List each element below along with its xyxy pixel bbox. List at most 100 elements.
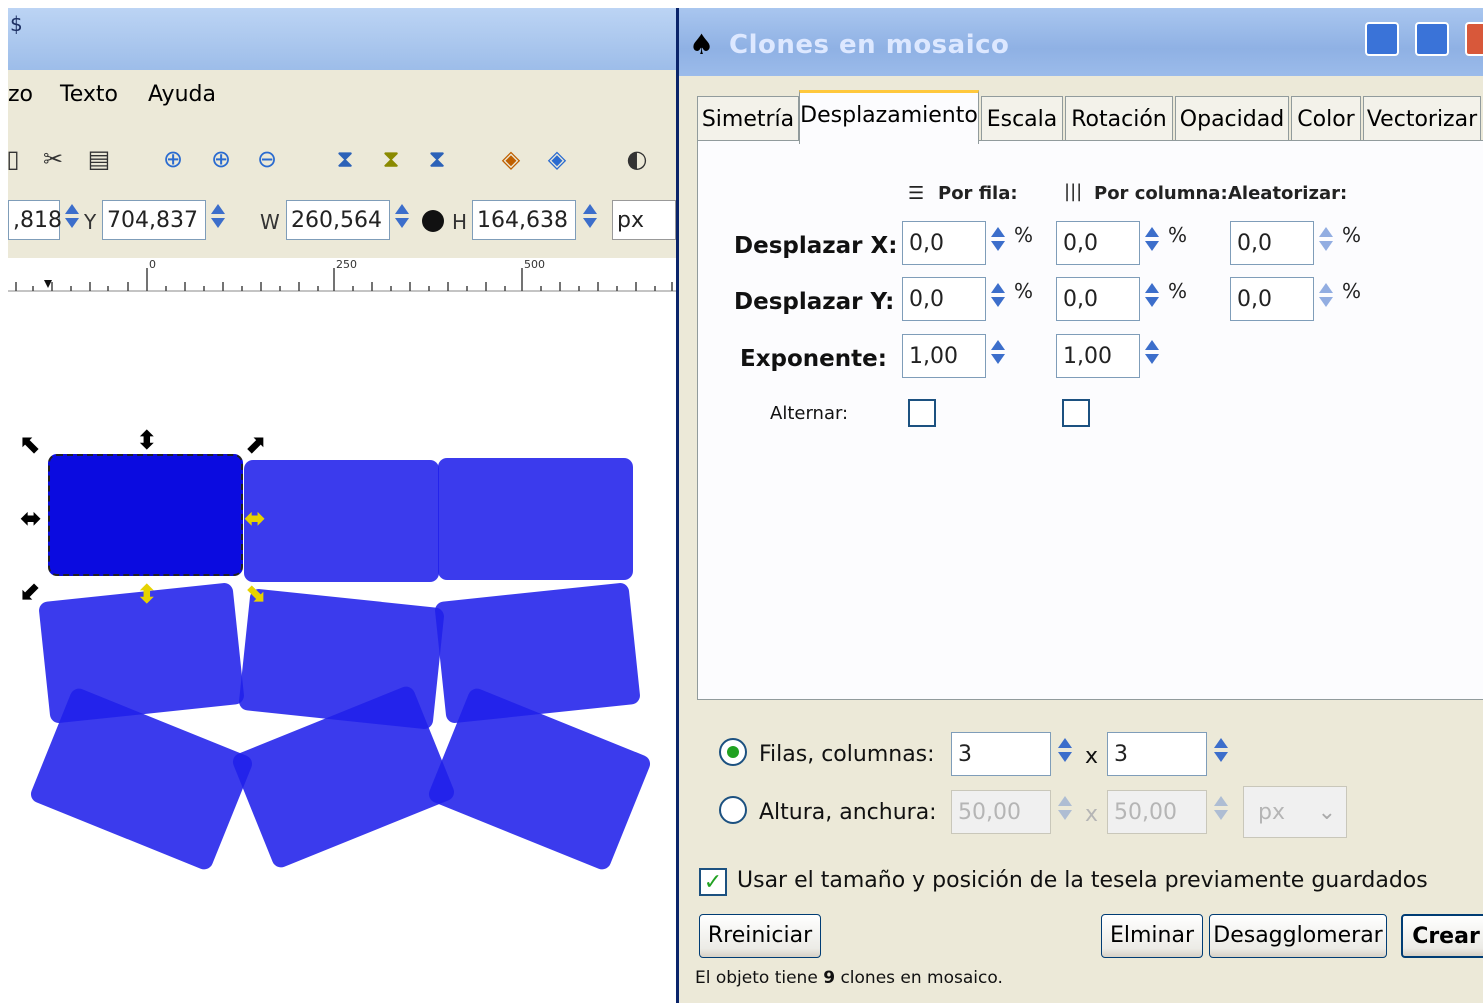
- group-icon[interactable]: ◈: [496, 144, 526, 174]
- tab-escala[interactable]: Escala: [981, 96, 1063, 142]
- shift-x-random-field[interactable]: 0,0: [1230, 221, 1314, 265]
- per-column-icon: |||: [1064, 181, 1083, 202]
- resize-handle-top-icon[interactable]: ⬍: [136, 428, 158, 454]
- dialog-titlebar: ♠ Clones en mosaico: [679, 8, 1483, 76]
- rows-columns-radio[interactable]: [719, 738, 747, 766]
- tab-opacidad[interactable]: Opacidad: [1175, 96, 1289, 142]
- tile-clone-r2c2[interactable]: [238, 588, 445, 730]
- h-spinner[interactable]: [582, 200, 598, 240]
- height-spinner[interactable]: [1057, 792, 1073, 832]
- tab-simetria[interactable]: Simetría: [697, 96, 799, 142]
- shift-x-per-column-spinner[interactable]: [1144, 223, 1160, 263]
- ungroup-icon[interactable]: ◈: [542, 144, 572, 174]
- tab-desplazamiento[interactable]: Desplazamiento: [799, 90, 979, 144]
- center-handle-icon[interactable]: ⬌: [244, 506, 266, 532]
- create-button[interactable]: Crear: [1401, 914, 1483, 958]
- w-spinner[interactable]: [394, 200, 410, 240]
- copy-icon[interactable]: ▯: [8, 144, 28, 174]
- align-bottom-icon[interactable]: ⧗: [422, 144, 452, 174]
- dialog-tabs: Simetría Desplazamiento Escala Rotación …: [697, 90, 1483, 144]
- alternate-per-column-checkbox[interactable]: [1062, 399, 1090, 427]
- drawing-canvas[interactable]: ⬉ ⬍ ⬈ ⬌ ⬌ ⬋ ⬍ ⬊: [8, 292, 676, 1003]
- shift-x-per-column-field[interactable]: 0,0: [1056, 221, 1140, 265]
- rows-field[interactable]: 3: [951, 732, 1051, 776]
- status-count: 9: [823, 968, 836, 988]
- size-unit-value: px: [1258, 800, 1285, 825]
- shift-y-per-column-field[interactable]: 0,0: [1056, 277, 1140, 321]
- use-saved-tile-checkbox[interactable]: ✓: [699, 868, 727, 896]
- shift-y-random-unit: %: [1342, 279, 1362, 303]
- rows-spinner[interactable]: [1057, 734, 1073, 774]
- zoom-selection-icon[interactable]: ⊕: [158, 144, 188, 174]
- exponent-per-row-field[interactable]: 1,00: [902, 334, 986, 378]
- zoom-drawing-icon[interactable]: ⊕: [206, 144, 236, 174]
- height-width-label: Altura, anchura:: [759, 800, 937, 825]
- shift-y-label: Desplazar Y:: [734, 289, 895, 315]
- exponent-per-column-spinner[interactable]: [1144, 336, 1160, 376]
- menu-item-trazo[interactable]: zo: [8, 82, 33, 107]
- tab-rotacion[interactable]: Rotación: [1065, 96, 1173, 142]
- exponent-per-column-field[interactable]: 1,00: [1056, 334, 1140, 378]
- x-spinner[interactable]: [64, 200, 80, 240]
- tile-clone-r1c2[interactable]: [244, 460, 439, 582]
- use-saved-tile-label: Usar el tamaño y posición de la tesela p…: [737, 868, 1428, 893]
- lock-icon[interactable]: [422, 210, 444, 232]
- shift-x-random-spinner[interactable]: [1318, 223, 1334, 263]
- menu-item-ayuda[interactable]: Ayuda: [148, 82, 216, 107]
- height-field[interactable]: 50,00: [951, 790, 1051, 834]
- resize-handle-bottom-left-icon[interactable]: ⬋: [20, 578, 42, 604]
- selected-tile[interactable]: [48, 454, 243, 576]
- paste-icon[interactable]: ▤: [84, 144, 114, 174]
- status-prefix: El objeto tiene: [695, 968, 818, 988]
- shift-x-per-column-unit: %: [1168, 223, 1188, 247]
- minimize-button[interactable]: [1365, 22, 1399, 56]
- resize-handle-top-left-icon[interactable]: ⬉: [20, 432, 42, 458]
- resize-handle-top-right-icon[interactable]: ⬈: [244, 432, 266, 458]
- ruler-label-250: 250: [336, 258, 357, 271]
- unit-select[interactable]: px: [612, 200, 676, 240]
- resize-handle-bottom-icon[interactable]: ⬍: [136, 582, 158, 608]
- tile-clone-r1c3[interactable]: [438, 458, 633, 580]
- height-width-radio[interactable]: [719, 796, 747, 824]
- h-field[interactable]: 164,638: [472, 200, 576, 240]
- shift-y-per-row-field[interactable]: 0,0: [902, 277, 986, 321]
- unclump-button[interactable]: Desagglomerar: [1209, 914, 1387, 958]
- menu-item-texto[interactable]: Texto: [60, 82, 118, 107]
- close-button[interactable]: [1465, 22, 1483, 56]
- shift-y-per-row-spinner[interactable]: [990, 279, 1006, 319]
- shift-y-per-column-spinner[interactable]: [1144, 279, 1160, 319]
- remove-button[interactable]: Elminar: [1101, 914, 1203, 958]
- width-field[interactable]: 50,00: [1107, 790, 1207, 834]
- fill-stroke-icon[interactable]: ◐: [622, 144, 652, 174]
- cut-icon[interactable]: ✂: [38, 144, 68, 174]
- reset-button[interactable]: Rreiniciar: [699, 914, 821, 958]
- w-field[interactable]: 260,564: [286, 200, 390, 240]
- shift-y-random-spinner[interactable]: [1318, 279, 1334, 319]
- shift-x-per-row-unit: %: [1014, 223, 1034, 247]
- maximize-button[interactable]: [1415, 22, 1449, 56]
- align-top-icon[interactable]: ⧗: [330, 144, 360, 174]
- width-spinner[interactable]: [1213, 792, 1229, 832]
- shift-x-per-row-spinner[interactable]: [990, 223, 1006, 263]
- zoom-page-icon[interactable]: ⊖: [252, 144, 282, 174]
- tab-vectorizar[interactable]: Vectorizar: [1363, 96, 1481, 142]
- alternate-per-row-checkbox[interactable]: [908, 399, 936, 427]
- tile-clone-r2c3[interactable]: [434, 582, 641, 724]
- shift-x-per-row-field[interactable]: 0,0: [902, 221, 986, 265]
- resize-handle-left-icon[interactable]: ⬌: [20, 506, 42, 532]
- y-field[interactable]: 704,837: [102, 200, 206, 240]
- columns-field[interactable]: 3: [1107, 732, 1207, 776]
- rows-columns-x: x: [1085, 744, 1099, 769]
- exponent-per-row-spinner[interactable]: [990, 336, 1006, 376]
- random-header: Aleatorizar:: [1228, 183, 1348, 204]
- columns-spinner[interactable]: [1213, 734, 1229, 774]
- tab-color[interactable]: Color: [1291, 96, 1361, 142]
- size-unit-select[interactable]: px ⌄: [1243, 786, 1347, 838]
- x-field[interactable]: ,818: [8, 200, 62, 240]
- resize-handle-bottom-right-icon[interactable]: ⬊: [244, 580, 266, 606]
- y-spinner[interactable]: [210, 200, 226, 240]
- per-row-header: Por fila:: [938, 183, 1018, 204]
- shift-y-per-column-unit: %: [1168, 279, 1188, 303]
- shift-y-random-field[interactable]: 0,0: [1230, 277, 1314, 321]
- align-center-icon[interactable]: ⧗: [376, 144, 406, 174]
